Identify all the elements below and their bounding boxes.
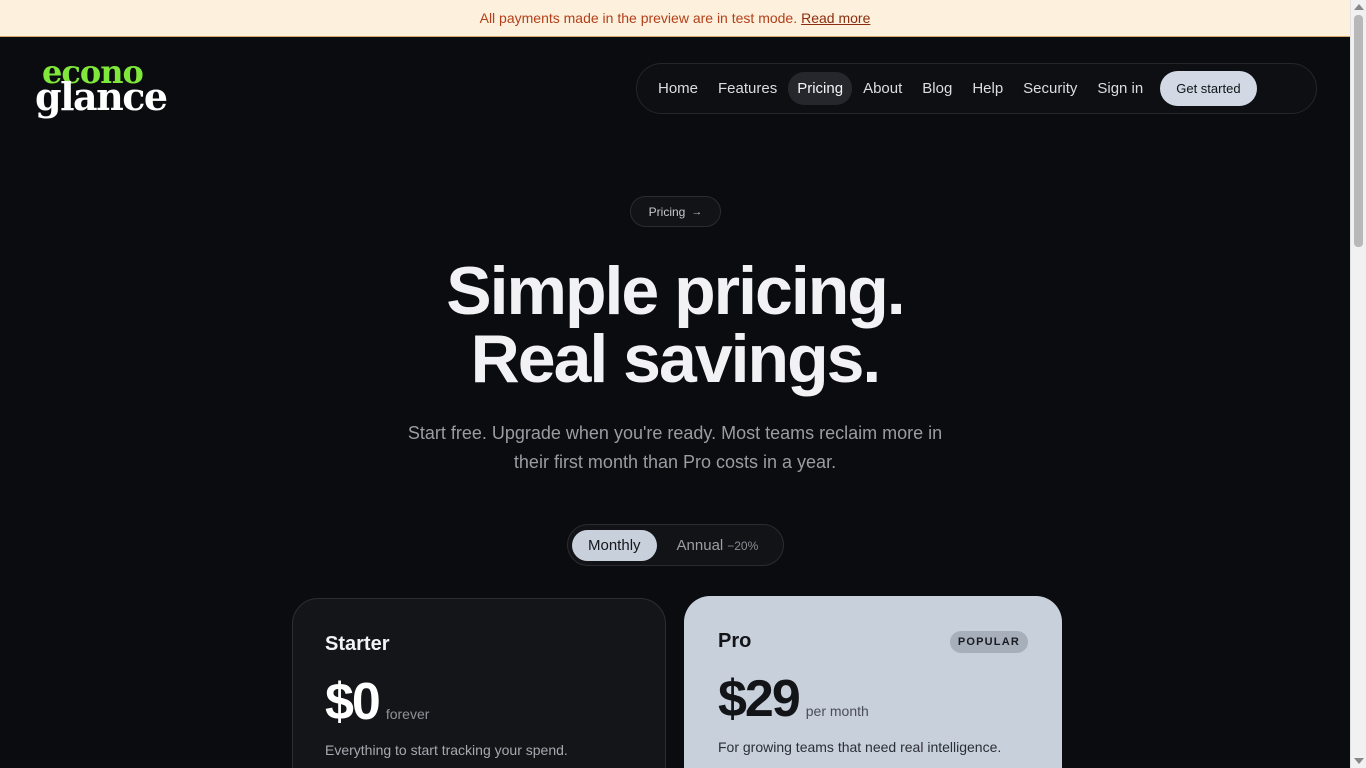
arrow-right-icon: →	[691, 205, 703, 218]
plan-price: $0	[325, 673, 381, 731]
monthly-option[interactable]: Monthly	[572, 529, 657, 561]
econoglance-logo[interactable]: econo glance	[35, 56, 170, 120]
pricing-eyebrow-pill[interactable]: Pricing →	[630, 196, 721, 227]
popular-badge: POPULAR	[949, 631, 1028, 653]
nav-help[interactable]: Help	[963, 72, 1012, 105]
banner-text: All payments made in the preview are in …	[479, 10, 798, 26]
hero-subtitle-line-1: Start free. Upgrade when you're ready. M…	[407, 423, 943, 443]
price-row: $0 forever	[325, 676, 633, 728]
nav-blog[interactable]: Blog	[913, 72, 961, 105]
plan-description: Everything to start tracking your spend.	[325, 742, 568, 758]
scroll-up-icon[interactable]	[1354, 4, 1364, 10]
nav-security[interactable]: Security	[1014, 72, 1086, 105]
page-scrollbar[interactable]	[1350, 0, 1366, 768]
plan-description: For growing teams that need real intelli…	[718, 739, 1002, 755]
annual-option[interactable]: Annual −20%	[661, 530, 775, 561]
hero-heading-line-1: Simple pricing.	[446, 253, 905, 329]
logo-line-2: glance	[35, 74, 168, 119]
plan-period: per month	[805, 703, 869, 719]
annual-discount: −20%	[727, 538, 759, 553]
annual-label: Annual	[676, 536, 724, 554]
main-nav: Home Features Pricing About Blog Help Se…	[636, 63, 1317, 114]
plan-price: $29	[718, 670, 801, 728]
price-row: $29 per month	[718, 673, 1028, 725]
nav-sign-in[interactable]: Sign in	[1088, 72, 1152, 105]
hero-heading-line-2: Real savings.	[470, 321, 882, 397]
plan-period: forever	[385, 706, 430, 722]
hero-subtitle-line-2: their first month than Pro costs in a ye…	[513, 452, 837, 472]
pro-plan-card: Pro POPULAR $29 per month For growing te…	[684, 596, 1062, 768]
nav-home[interactable]: Home	[649, 72, 707, 105]
starter-plan-card: Starter $0 forever Everything to start t…	[292, 598, 666, 768]
billing-toggle: Monthly Annual −20%	[567, 524, 784, 566]
test-mode-banner: All payments made in the preview are in …	[0, 0, 1350, 37]
scroll-down-icon[interactable]	[1354, 758, 1364, 764]
get-started-button[interactable]: Get started	[1160, 71, 1257, 106]
scrollbar-thumb[interactable]	[1354, 15, 1363, 247]
nav-about[interactable]: About	[854, 72, 911, 105]
read-more-link[interactable]: Read more	[801, 10, 870, 26]
nav-pricing[interactable]: Pricing	[788, 72, 853, 105]
plan-name: Starter	[325, 633, 390, 655]
eyebrow-label: Pricing	[648, 204, 686, 219]
nav-features[interactable]: Features	[709, 72, 786, 105]
